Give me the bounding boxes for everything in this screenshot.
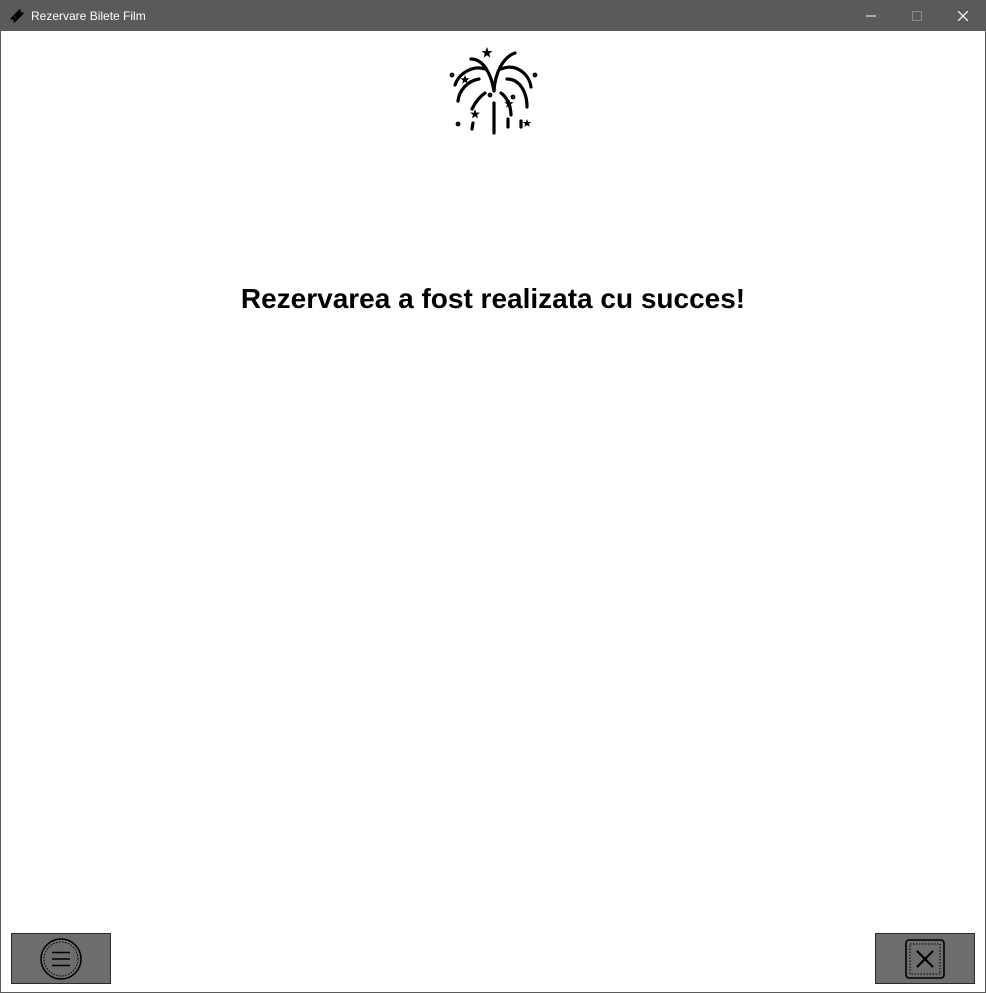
- close-window-button[interactable]: [940, 1, 986, 31]
- close-x-icon: [905, 939, 945, 979]
- minimize-button[interactable]: [848, 1, 894, 31]
- maximize-button[interactable]: [894, 1, 940, 31]
- close-icon: [958, 11, 968, 21]
- success-message: Rezervarea a fost realizata cu succes!: [240, 283, 746, 314]
- fireworks-icon: [445, 45, 541, 137]
- hamburger-menu-icon: [40, 938, 82, 980]
- maximize-icon: [912, 11, 922, 21]
- window-title: Rezervare Bilete Film: [31, 9, 146, 23]
- minimize-icon: [866, 15, 876, 17]
- title-bar[interactable]: Rezervare Bilete Film: [1, 1, 985, 31]
- exit-button[interactable]: [875, 933, 975, 984]
- menu-button[interactable]: [11, 933, 111, 984]
- ticket-icon: [9, 8, 25, 24]
- app-window: Rezervare Bilete Film Rezervarea a fost …: [0, 0, 986, 993]
